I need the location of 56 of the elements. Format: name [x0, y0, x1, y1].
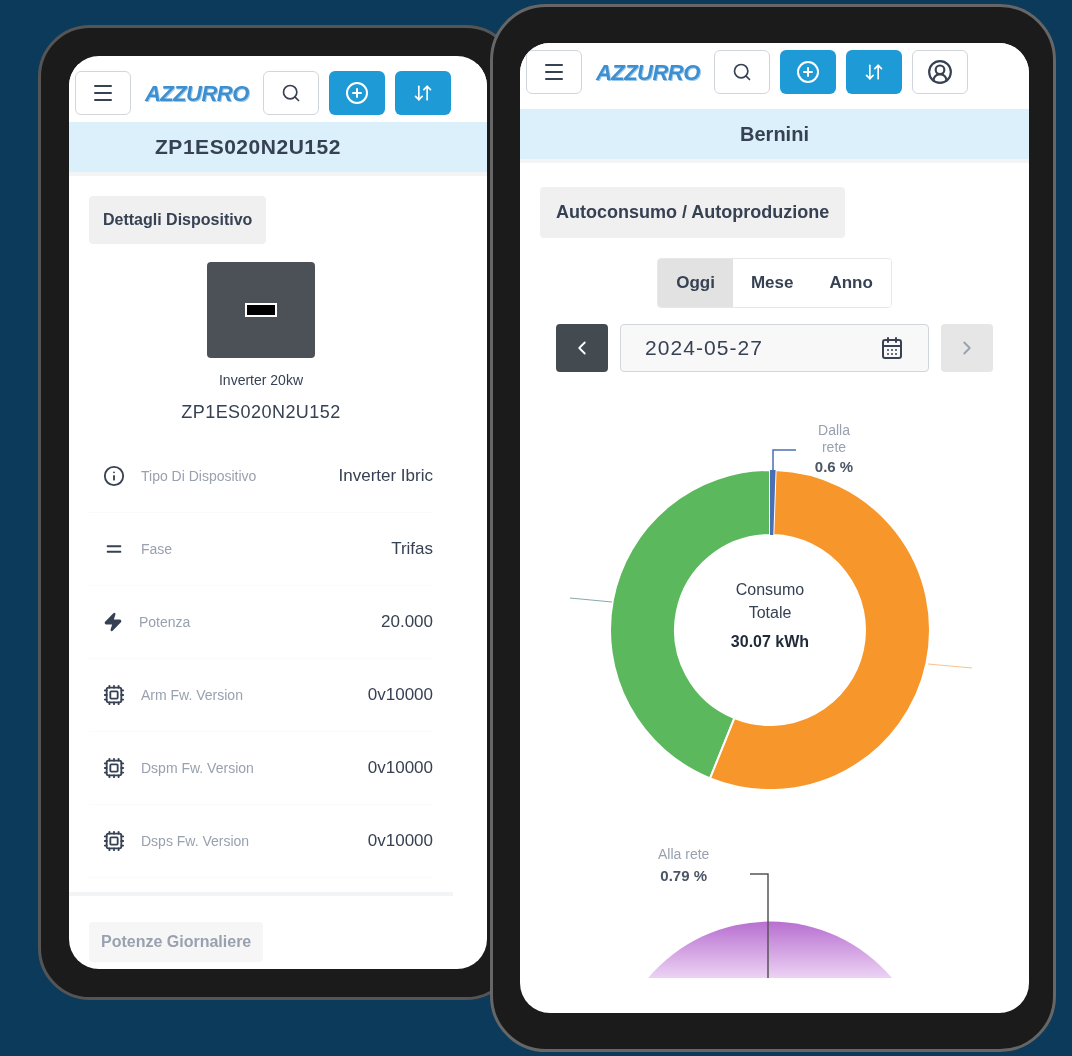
detail-label: Arm Fw. Version: [141, 685, 243, 705]
add-button[interactable]: [328, 71, 385, 115]
logo: AZZURRO: [143, 79, 250, 108]
add-button[interactable]: [779, 50, 836, 94]
up-down-arrows-icon: [863, 62, 884, 82]
donut-center-value: 30.07 kWh: [730, 632, 810, 652]
period-tab[interactable]: Oggi: [658, 259, 733, 307]
menu-button[interactable]: [526, 50, 582, 94]
callout-value: 0.79 %: [660, 866, 708, 886]
chip-icon: [103, 684, 125, 706]
detail-label: Dsps Fw. Version: [141, 831, 250, 851]
calendar-icon: [880, 336, 904, 360]
detail-value: 0v10000: [367, 830, 433, 853]
donut-center-label: Consumo: [735, 580, 805, 600]
plus-icon: [795, 60, 820, 84]
detail-label: Tipo Di Dispositivo: [141, 466, 257, 486]
search-icon: [731, 62, 752, 82]
donut-center-label: Totale: [748, 603, 792, 623]
leader-line: [772, 449, 797, 473]
detail-label: Fase: [141, 539, 173, 559]
leader-line: [927, 663, 973, 669]
search-icon: [280, 83, 301, 103]
device-serial: ZP1ES020N2U152: [181, 401, 341, 424]
section-label: Potenze Giornaliere: [89, 922, 264, 962]
leader-line: [569, 597, 613, 603]
chip-icon: [103, 830, 125, 852]
callout-value: 0.6 %: [814, 457, 854, 477]
device-name: Inverter 20kw: [218, 371, 303, 390]
user-button[interactable]: [911, 50, 968, 94]
detail-value: Inverter Ibric: [338, 465, 433, 488]
menu-button[interactable]: [75, 71, 131, 115]
detail-label: Dspm Fw. Version: [141, 758, 254, 778]
bolt-icon: [103, 612, 123, 632]
detail-value: Trifas: [391, 538, 433, 561]
title-bar: ZP1ES020N2U152: [69, 122, 487, 176]
up-down-arrows-icon: [412, 83, 433, 103]
section-label: Autoconsumo / Autoproduzione: [540, 187, 846, 238]
logo: AZZURRO: [594, 58, 701, 87]
callout-label: Alla rete: [658, 845, 710, 864]
info-icon: [103, 465, 125, 487]
plus-icon: [344, 81, 369, 105]
swap-button[interactable]: [394, 71, 451, 115]
date-field[interactable]: 2024-05-27: [620, 324, 929, 372]
detail-label: Potenza: [139, 612, 191, 632]
search-list-button[interactable]: [262, 71, 319, 115]
detail-value: 20.000: [381, 611, 433, 634]
previous-button[interactable]: [556, 324, 608, 372]
swap-button[interactable]: [845, 50, 902, 94]
callout-label: Dalla rete: [817, 422, 851, 456]
chip-icon: [103, 757, 125, 779]
user-icon: [926, 59, 953, 85]
detail-value: 0v10000: [367, 757, 433, 780]
detail-value: 0v10000: [367, 684, 433, 707]
title-bar: Bernini: [520, 109, 1029, 163]
search-list-button[interactable]: [713, 50, 770, 94]
section-label: Dettagli Dispositivo: [89, 196, 267, 244]
